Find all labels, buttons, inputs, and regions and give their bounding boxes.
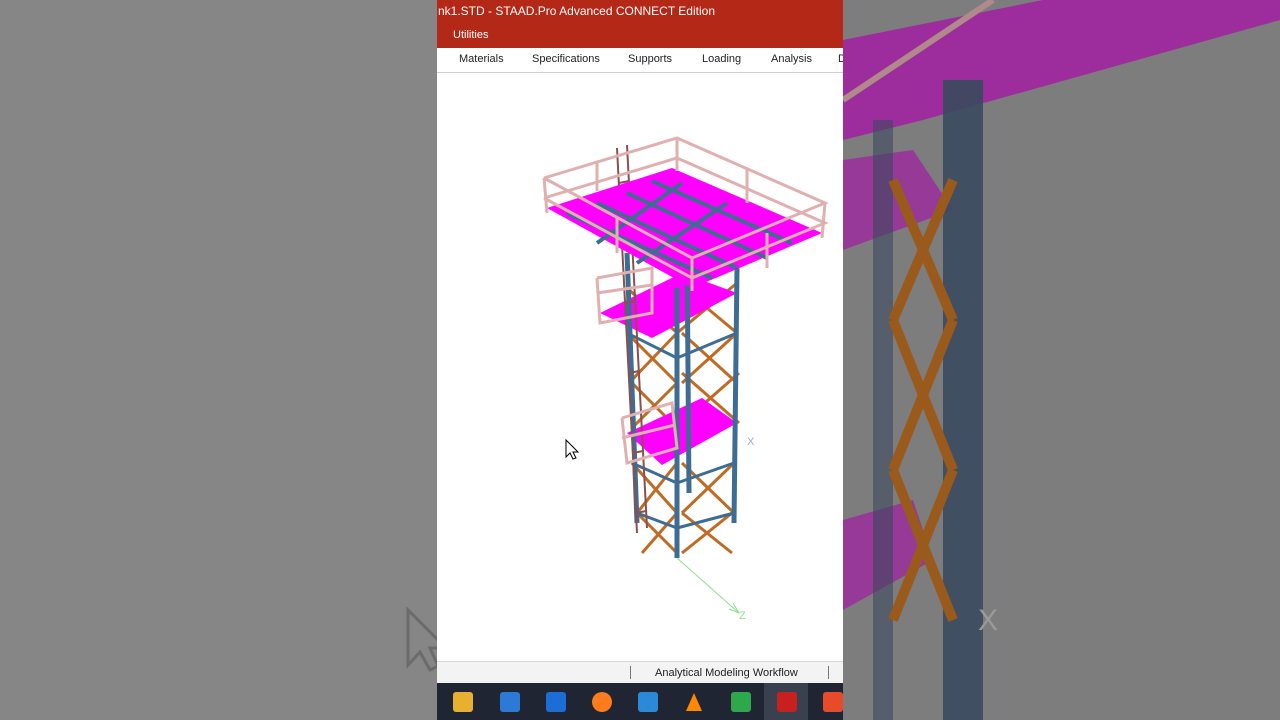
tab-supports[interactable]: Supports — [628, 53, 672, 65]
blurred-background-left — [0, 0, 437, 720]
window-title: nk1.STD - STAAD.Pro Advanced CONNECT Edi… — [438, 4, 715, 18]
tab-analysis[interactable]: Analysis — [771, 53, 812, 65]
mail-icon[interactable] — [546, 692, 566, 712]
middle-deck-plate — [600, 273, 737, 338]
tab-truncated[interactable]: D — [838, 53, 843, 65]
background-structure-zoom: X — [843, 0, 1280, 720]
photos-icon[interactable] — [638, 692, 658, 712]
firefox-icon[interactable] — [592, 692, 612, 712]
red-app-icon[interactable] — [823, 692, 843, 712]
background-cursor-ghost — [406, 606, 437, 672]
mouse-cursor-icon — [565, 438, 580, 460]
blurred-background-right: X — [843, 0, 1280, 720]
staad-pro-window: nk1.STD - STAAD.Pro Advanced CONNECT Edi… — [437, 0, 843, 720]
windows-taskbar — [437, 683, 843, 720]
title-bar: nk1.STD - STAAD.Pro Advanced CONNECT Edi… — [437, 0, 843, 48]
vlc-icon[interactable] — [684, 692, 704, 712]
tab-materials[interactable]: Materials — [459, 53, 504, 65]
camtasia-icon[interactable] — [731, 692, 751, 712]
z-axis-line — [676, 557, 740, 614]
microsoft-store-icon[interactable] — [500, 692, 520, 712]
ribbon-tabs: Materials Specifications Supports Loadin… — [437, 48, 843, 73]
file-explorer-icon[interactable] — [453, 692, 473, 712]
tab-loading[interactable]: Loading — [702, 53, 741, 65]
tower-structure-3d-model: Z X — [542, 136, 829, 622]
model-viewport[interactable]: Z X — [437, 73, 843, 661]
svg-text:X: X — [978, 604, 998, 637]
tab-specifications[interactable]: Specifications — [532, 53, 600, 65]
workflow-label: Analytical Modeling Workflow — [655, 667, 798, 679]
x-axis-label: X — [747, 436, 755, 448]
status-bar: Analytical Modeling Workflow — [437, 661, 843, 684]
menu-utilities[interactable]: Utilities — [453, 29, 488, 41]
staad-pro-icon[interactable] — [777, 692, 797, 712]
z-axis-label: Z — [739, 610, 746, 622]
